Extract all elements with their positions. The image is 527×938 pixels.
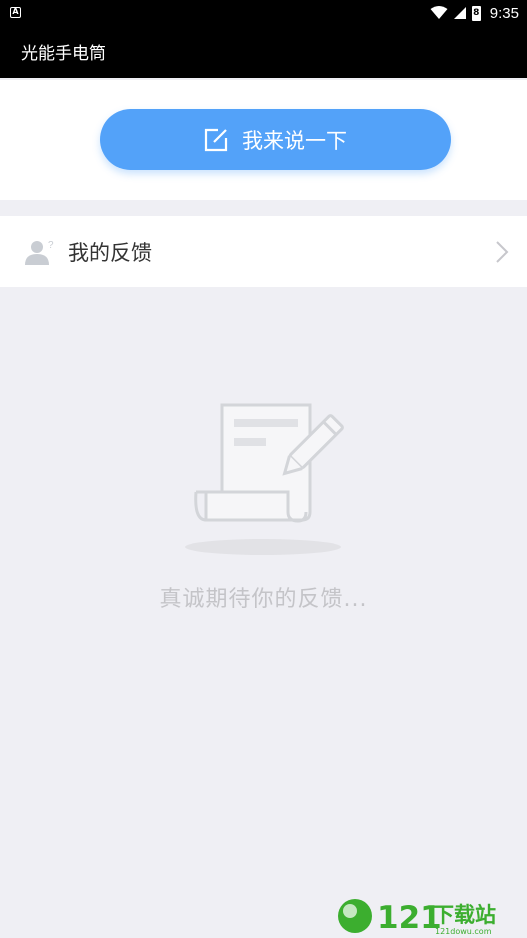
battery-icon: 8: [471, 5, 481, 21]
user-question-icon: ?: [25, 240, 54, 265]
wifi-icon: [430, 6, 448, 19]
notification-icon: A: [10, 7, 21, 18]
battery-level: 8: [473, 7, 480, 18]
status-time: 9:35: [489, 4, 519, 22]
empty-document-icon: [185, 403, 344, 555]
app-bar: 光能手电筒: [0, 26, 527, 78]
post-button-label: 我来说一下: [242, 128, 347, 153]
app-title: 光能手电筒: [21, 44, 106, 64]
watermark-text: 下载站: [433, 903, 496, 927]
empty-message: 真诚期待你的反馈...: [159, 587, 368, 612]
edit-icon: [204, 128, 228, 151]
watermark-number: 121: [377, 900, 442, 936]
status-bar: A 8 9:35: [0, 0, 527, 26]
watermark-site: 121dowu.com: [435, 927, 492, 936]
chevron-right-icon: [496, 241, 509, 263]
status-icons: 8 9:35: [430, 4, 519, 22]
signal-icon: [453, 7, 466, 19]
svg-text:?: ?: [48, 240, 54, 251]
my-feedback-row[interactable]: ? 我的反馈: [0, 216, 527, 287]
post-section: 我来说一下: [0, 80, 527, 200]
post-feedback-button[interactable]: 我来说一下: [100, 109, 451, 170]
my-feedback-label: 我的反馈: [68, 241, 152, 265]
screen: A 8 9:35 光能手电筒 我来说一下 ? 我的反馈 真诚期待你的反馈... …: [0, 0, 527, 938]
watermark-logo-icon: 121 下载站 121dowu.com: [338, 899, 496, 936]
